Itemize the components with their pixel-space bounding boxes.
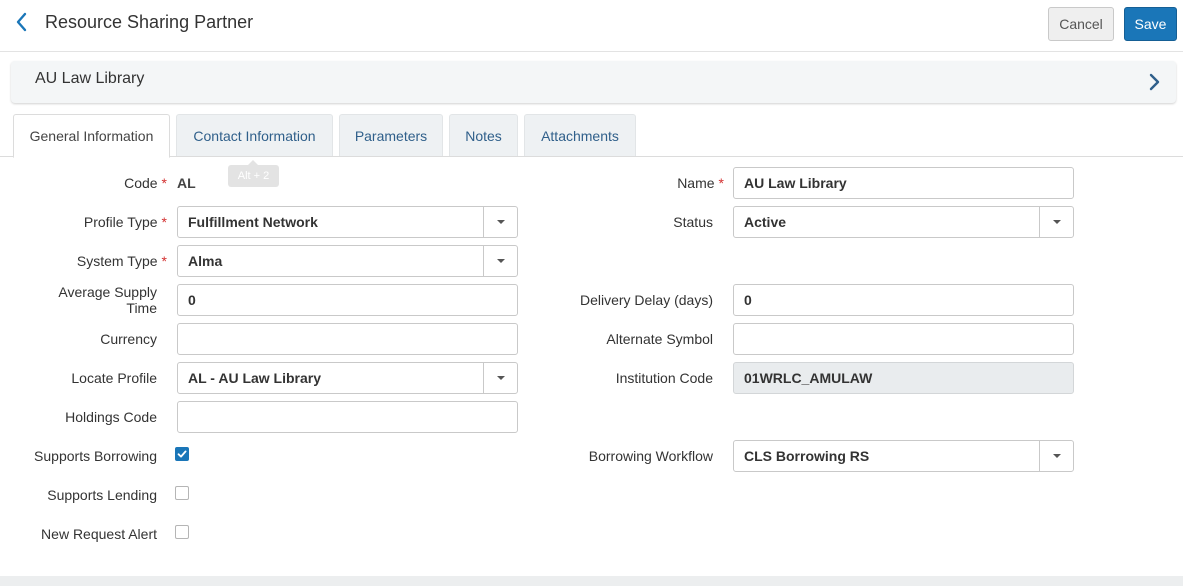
status-label: Status (673, 214, 713, 230)
holdings-code-input[interactable] (177, 401, 518, 433)
profile-type-select[interactable]: Fulfillment Network (177, 206, 518, 238)
alternate-symbol-input[interactable] (733, 323, 1074, 355)
tab-general-information[interactable]: General Information (13, 114, 170, 158)
average-supply-time-input[interactable]: 0 (177, 284, 518, 316)
tab-parameters[interactable]: Parameters (339, 114, 443, 156)
page-title: Resource Sharing Partner (45, 12, 254, 32)
tab-bar: General Information Contact Information … (0, 113, 1183, 158)
borrowing-workflow-select[interactable]: CLS Borrowing RS (733, 440, 1074, 472)
locate-profile-select[interactable]: AL - AU Law Library (177, 362, 518, 394)
record-header: AU Law Library (11, 61, 1176, 103)
system-type-select[interactable]: Alma (177, 245, 518, 277)
dropdown-toggle[interactable] (483, 363, 517, 393)
status-value: Active (744, 214, 787, 230)
system-type-label: System Type * (76, 253, 167, 269)
supports-lending-label: Supports Lending (47, 487, 157, 503)
locate-profile-value: AL - AU Law Library (188, 370, 322, 386)
tab-attachments[interactable]: Attachments (524, 114, 636, 156)
chevron-right-icon[interactable] (1146, 72, 1162, 92)
status-select[interactable]: Active (733, 206, 1074, 238)
top-bar: Resource Sharing Partner Cancel Save (0, 0, 1183, 52)
caret-down-icon (1052, 454, 1061, 458)
tab-notes[interactable]: Notes (449, 114, 518, 156)
name-input[interactable]: AU Law Library (733, 167, 1074, 199)
borrowing-workflow-value: CLS Borrowing RS (744, 448, 870, 464)
name-label: Name * (677, 175, 724, 191)
currency-input[interactable] (177, 323, 518, 355)
supports-borrowing-checkbox[interactable] (175, 447, 189, 461)
system-type-value: Alma (188, 253, 223, 269)
dropdown-toggle[interactable] (1039, 207, 1073, 237)
delivery-delay-input[interactable]: 0 (733, 284, 1074, 316)
dropdown-toggle[interactable] (483, 246, 517, 276)
code-value: AL (177, 175, 196, 191)
caret-down-icon (496, 376, 505, 380)
locate-profile-label: Locate Profile (71, 370, 157, 386)
profile-type-value: Fulfillment Network (188, 214, 318, 230)
supports-lending-checkbox[interactable] (175, 486, 189, 500)
label-line: Time (126, 300, 157, 316)
supports-borrowing-label: Supports Borrowing (34, 448, 157, 464)
save-button[interactable]: Save (1124, 7, 1177, 41)
institution-code-label: Institution Code (615, 370, 713, 386)
new-request-alert-checkbox[interactable] (175, 525, 189, 539)
caret-down-icon (496, 220, 505, 224)
checkmark-icon (177, 450, 187, 458)
institution-code-field: 01WRLC_AMULAW (733, 362, 1074, 394)
caret-down-icon (496, 259, 505, 263)
label-line: Average Supply (58, 284, 157, 300)
dropdown-toggle[interactable] (1039, 441, 1073, 471)
cancel-button[interactable]: Cancel (1048, 7, 1114, 41)
caret-down-icon (1052, 220, 1061, 224)
alternate-symbol-label: Alternate Symbol (606, 331, 713, 347)
average-supply-time-label: Average Supply Time (58, 284, 157, 316)
profile-type-label: Profile Type * (83, 214, 167, 230)
code-label: Code * (124, 175, 167, 191)
currency-label: Currency (100, 331, 157, 347)
dropdown-toggle[interactable] (483, 207, 517, 237)
tab-contact-information[interactable]: Contact Information (176, 114, 333, 156)
footer-strip (0, 576, 1183, 586)
back-icon[interactable] (10, 10, 32, 34)
delivery-delay-label: Delivery Delay (days) (579, 292, 713, 308)
record-title: AU Law Library (35, 70, 145, 87)
holdings-code-label: Holdings Code (65, 409, 157, 425)
new-request-alert-label: New Request Alert (41, 526, 157, 542)
shortcut-tooltip: Alt + 2 (228, 160, 279, 187)
borrowing-workflow-label: Borrowing Workflow (588, 448, 713, 464)
